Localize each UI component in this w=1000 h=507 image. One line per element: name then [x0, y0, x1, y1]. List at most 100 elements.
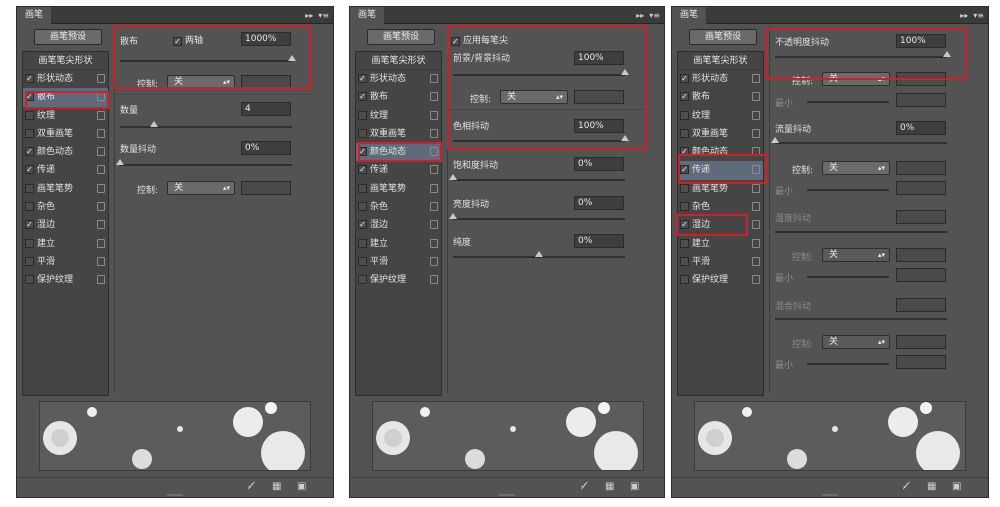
- sidebar-item[interactable]: 平滑: [356, 253, 441, 271]
- control-select-4[interactable]: 关 ▴▾: [822, 335, 890, 349]
- lock-icon[interactable]: [430, 165, 438, 175]
- panel-menu-icon[interactable]: ▾≡: [973, 11, 984, 20]
- sidebar-item[interactable]: 平滑: [678, 253, 763, 271]
- sidebar-item[interactable]: ✓ 散布: [356, 88, 441, 106]
- sidebar-item[interactable]: 平滑: [23, 253, 108, 271]
- control-select-2[interactable]: 关 ▴▾: [167, 181, 235, 195]
- lock-icon[interactable]: [752, 183, 760, 193]
- slider-thumb[interactable]: [771, 137, 779, 143]
- lock-icon[interactable]: [752, 92, 760, 102]
- checkbox[interactable]: ✓: [358, 74, 367, 83]
- brightness-jitter-value-field[interactable]: 0%: [574, 196, 624, 210]
- count-jitter-slider[interactable]: [116, 159, 292, 166]
- checkbox[interactable]: [25, 275, 34, 285]
- checkbox[interactable]: [358, 256, 367, 266]
- checkbox[interactable]: [680, 256, 689, 266]
- lock-icon[interactable]: [97, 165, 105, 175]
- checkbox[interactable]: [680, 275, 689, 285]
- brush-toggle-icon[interactable]: ✓̸: [902, 481, 910, 492]
- count-value-field[interactable]: 4: [241, 102, 291, 116]
- checkbox[interactable]: [680, 238, 689, 248]
- sidebar-item[interactable]: 纹理: [678, 107, 763, 125]
- sidebar-item[interactable]: ✓ 形状动态: [356, 70, 441, 88]
- sidebar-item[interactable]: ✓ 传递: [23, 161, 108, 179]
- control-select-2[interactable]: 关 ▴▾: [822, 161, 890, 175]
- slider-thumb[interactable]: [150, 121, 159, 127]
- checkbox[interactable]: [358, 110, 367, 120]
- brush-toggle-icon[interactable]: ✓̸: [247, 481, 255, 492]
- sidebar-item[interactable]: 保护纹理: [23, 271, 108, 289]
- lock-icon[interactable]: [752, 202, 760, 212]
- flow-jitter-slider[interactable]: [771, 137, 947, 144]
- control-select-3[interactable]: 关 ▴▾: [822, 248, 890, 262]
- sidebar-item[interactable]: 画笔笔势: [356, 180, 441, 198]
- lock-icon[interactable]: [752, 110, 760, 120]
- double-arrow-icon[interactable]: ▸▸: [636, 11, 644, 20]
- minimum-slider-2[interactable]: [807, 189, 889, 191]
- minimum-slider[interactable]: [807, 101, 889, 103]
- checkbox[interactable]: [358, 183, 367, 193]
- panel-tab[interactable]: 画笔: [17, 7, 52, 24]
- resize-grip[interactable]: [822, 494, 838, 496]
- new-preset-icon[interactable]: ▣: [297, 481, 306, 492]
- sidebar-item[interactable]: 建立: [23, 235, 108, 253]
- lock-icon[interactable]: [430, 275, 438, 285]
- lock-icon[interactable]: [430, 220, 438, 230]
- lock-icon[interactable]: [97, 147, 105, 157]
- sidebar-item[interactable]: 保护纹理: [678, 271, 763, 289]
- sidebar-item[interactable]: 杂色: [356, 198, 441, 216]
- lock-icon[interactable]: [97, 202, 105, 212]
- checkbox[interactable]: [680, 202, 689, 212]
- checkbox[interactable]: ✓: [680, 92, 689, 102]
- new-preset-icon[interactable]: ▣: [952, 481, 961, 492]
- checkbox[interactable]: ✓: [25, 147, 34, 157]
- lock-icon[interactable]: [752, 220, 760, 230]
- panel-menu-icon[interactable]: ▾≡: [649, 11, 660, 20]
- lock-icon[interactable]: [97, 128, 105, 138]
- resize-grip[interactable]: [167, 494, 183, 496]
- checkbox[interactable]: ✓: [25, 165, 34, 175]
- checkbox[interactable]: [358, 275, 367, 285]
- slider-thumb[interactable]: [535, 251, 543, 257]
- checkbox[interactable]: [358, 238, 367, 248]
- lock-icon[interactable]: [97, 256, 105, 266]
- lock-icon[interactable]: [752, 275, 760, 285]
- sidebar-item[interactable]: ✓ 湿边: [23, 216, 108, 234]
- sidebar-item[interactable]: 建立: [678, 235, 763, 253]
- brush-presets-button[interactable]: 画笔预设: [367, 29, 435, 45]
- lock-icon[interactable]: [430, 183, 438, 193]
- checkbox[interactable]: ✓: [358, 92, 367, 102]
- checkbox[interactable]: [25, 110, 34, 120]
- resize-grip[interactable]: [499, 494, 515, 496]
- double-arrow-icon[interactable]: ▸▸: [305, 11, 313, 20]
- lock-icon[interactable]: [752, 74, 760, 83]
- lock-icon[interactable]: [97, 110, 105, 120]
- panel-menu-icon[interactable]: ▾≡: [318, 11, 329, 20]
- sidebar-item[interactable]: 建立: [356, 235, 441, 253]
- checkbox[interactable]: [358, 128, 367, 138]
- sidebar-item[interactable]: ✓ 形状动态: [678, 70, 763, 88]
- slider-thumb[interactable]: [449, 213, 457, 219]
- flow-jitter-value-field[interactable]: 0%: [896, 121, 946, 135]
- slider-thumb[interactable]: [116, 159, 124, 165]
- saturation-jitter-value-field[interactable]: 0%: [574, 157, 624, 171]
- grid-icon[interactable]: ▦: [927, 481, 936, 492]
- lock-icon[interactable]: [97, 74, 105, 83]
- slider-thumb[interactable]: [449, 174, 457, 180]
- sidebar-item[interactable]: 双重画笔: [356, 125, 441, 143]
- sidebar-item[interactable]: 画笔笔势: [23, 180, 108, 198]
- checkbox[interactable]: [25, 256, 34, 266]
- sidebar-item[interactable]: ✓ 颜色动态: [23, 143, 108, 161]
- lock-icon[interactable]: [97, 220, 105, 230]
- sidebar-item-brush-tip-shape[interactable]: 画笔笔尖形状: [356, 52, 441, 70]
- sidebar-item-brush-tip-shape[interactable]: 画笔笔尖形状: [23, 52, 108, 70]
- lock-icon[interactable]: [97, 183, 105, 193]
- saturation-jitter-slider[interactable]: [449, 174, 625, 181]
- checkbox[interactable]: [680, 128, 689, 138]
- lock-icon[interactable]: [97, 275, 105, 285]
- checkbox[interactable]: [25, 183, 34, 193]
- checkbox[interactable]: [680, 110, 689, 120]
- checkbox[interactable]: ✓: [358, 165, 367, 175]
- sidebar-item-brush-tip-shape[interactable]: 画笔笔尖形状: [678, 52, 763, 70]
- grid-icon[interactable]: ▦: [605, 481, 614, 492]
